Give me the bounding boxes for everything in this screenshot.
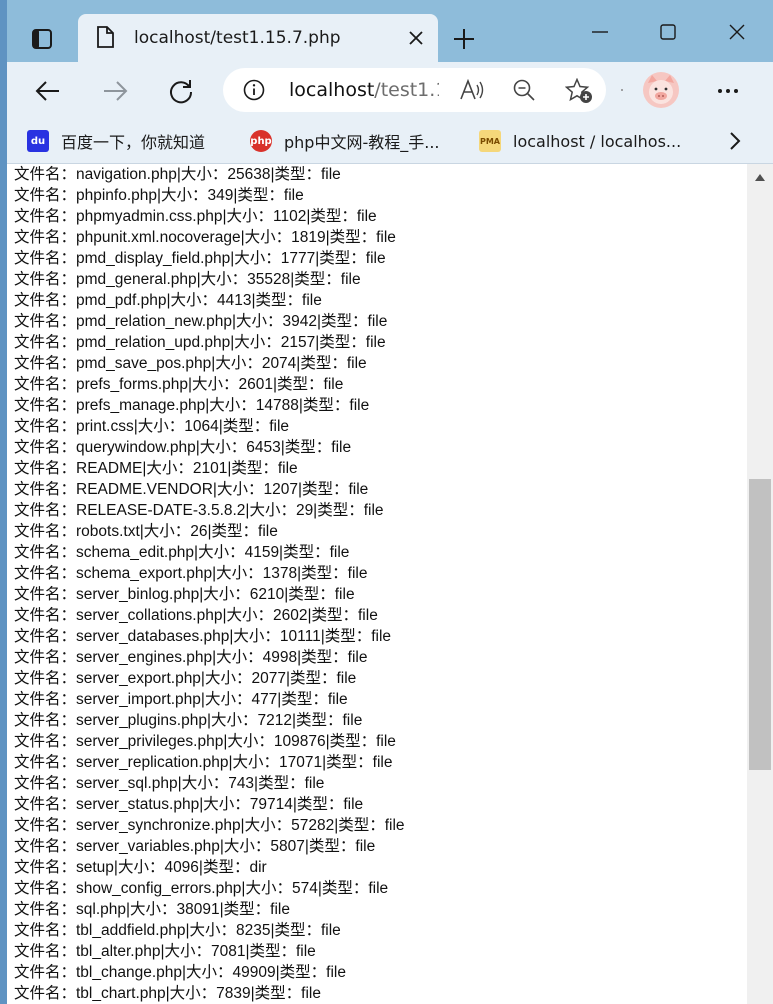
bookmark-label: php中文网-教程_手... <box>284 133 440 152</box>
more-menu-button[interactable] <box>711 76 745 106</box>
file-entry: 文件名：server_collations.php|大小：2602|类型：fil… <box>14 607 378 624</box>
avatar-pig-icon <box>643 72 679 108</box>
file-entry: 文件名：server_variables.php|大小：5807|类型：file <box>14 838 376 855</box>
bookmark-localhost-pma[interactable]: PMA localhost / localhos... <box>479 128 681 154</box>
file-entry: 文件名：prefs_manage.php|大小：14788|类型：file <box>14 397 370 414</box>
file-entry: 文件名：server_status.php|大小：79714|类型：file <box>14 796 364 813</box>
tab-actions-icon <box>32 29 52 49</box>
file-entry: 文件名：pmd_save_pos.php|大小：2074|类型：file <box>14 355 367 372</box>
new-tab-button[interactable] <box>449 24 479 54</box>
file-entry: 文件名：schema_edit.php|大小：4159|类型：file <box>14 544 350 561</box>
bookmark-php-cn[interactable]: php php中文网-教程_手... <box>250 128 440 154</box>
file-entry: 文件名：RELEASE-DATE-3.5.8.2|大小：29|类型：file <box>14 502 384 519</box>
file-entry: 文件名：server_binlog.php|大小：6210|类型：file <box>14 586 355 603</box>
file-entry: 文件名：server_privileges.php|大小：109876|类型：f… <box>14 733 396 750</box>
scrollbar-thumb[interactable] <box>749 479 771 770</box>
tab-bar: localhost/test1.15.7.php <box>7 0 773 62</box>
address-text[interactable]: localhost/test1.15.7.php <box>289 79 439 101</box>
browser-window: localhost/test1.15.7.php localhost/test1… <box>7 0 773 1004</box>
address-bar[interactable]: localhost/test1.15.7.php <box>223 68 606 112</box>
read-aloud-icon <box>460 79 484 100</box>
file-entry: 文件名：server_export.php|大小：2077|类型：file <box>14 670 357 687</box>
bookmark-label: localhost / localhos... <box>513 131 682 151</box>
file-entry: 文件名：pmd_relation_upd.php|大小：2157|类型：file <box>14 334 386 351</box>
refresh-icon <box>170 80 193 104</box>
read-aloud-button[interactable] <box>457 76 487 104</box>
file-entry: 文件名：server_engines.php|大小：4998|类型：file <box>14 649 368 666</box>
chevron-right-icon <box>730 132 741 150</box>
file-entry: 文件名：show_config_errors.php|大小：574|类型：fil… <box>14 880 389 897</box>
zoom-out-icon <box>513 79 535 101</box>
file-entry: 文件名：robots.txt|大小：26|类型：file <box>14 523 278 540</box>
bookmark-label: 百度一下，你就知道 <box>61 133 206 152</box>
file-entry: 文件名：pmd_pdf.php|大小：4413|类型：file <box>14 292 322 309</box>
tab-actions-button[interactable] <box>27 24 57 54</box>
info-icon <box>243 79 265 101</box>
more-favorites-button[interactable] <box>721 127 749 155</box>
file-entry: 文件名：querywindow.php|大小：6453|类型：file <box>14 439 352 456</box>
file-entry: 文件名：prefs_forms.php|大小：2601|类型：file <box>14 376 344 393</box>
file-entry: 文件名：schema_export.php|大小：1378|类型：file <box>14 565 368 582</box>
file-entry: 文件名：tbl_chart.php|大小：7839|类型：file <box>14 985 321 1002</box>
close-icon <box>409 31 423 45</box>
file-entry: 文件名：README|大小：2101|类型：file <box>14 460 298 477</box>
active-tab[interactable]: localhost/test1.15.7.php <box>78 14 438 62</box>
file-entry: 文件名：README.VENDOR|大小：1207|类型：file <box>14 481 369 498</box>
phpmyadmin-icon: PMA <box>479 130 501 152</box>
back-button[interactable] <box>31 74 65 108</box>
plus-icon <box>454 29 474 49</box>
file-entry: 文件名：phpinfo.php|大小：349|类型：file <box>14 187 304 204</box>
php-badge-icon: php <box>250 130 272 152</box>
refresh-button[interactable] <box>164 74 198 108</box>
add-favorite-button[interactable] <box>563 76 595 106</box>
scroll-up-arrow-icon <box>755 174 765 181</box>
file-entry: 文件名：tbl_change.php|大小：49909|类型：file <box>14 964 346 981</box>
vertical-scrollbar[interactable] <box>747 164 773 1004</box>
address-path: /test1.15.7.php <box>374 79 439 101</box>
file-entry: 文件名：phpmyadmin.css.php|大小：1102|类型：file <box>14 208 377 225</box>
file-entry: 文件名：tbl_addfield.php|大小：8235|类型：file <box>14 922 341 939</box>
file-entry: 文件名：server_sql.php|大小：743|类型：file <box>14 775 325 792</box>
file-entry: 文件名：server_databases.php|大小：10111|类型：fil… <box>14 628 392 645</box>
file-entry: 文件名：pmd_relation_new.php|大小：3942|类型：file <box>14 313 388 330</box>
close-window-button[interactable] <box>717 18 757 46</box>
navigation-toolbar: localhost/test1.15.7.php <box>7 62 773 119</box>
favorites-bar: du 百度一下，你就知道 php php中文网-教程_手... PMA loca… <box>7 119 773 164</box>
star-add-icon <box>565 78 592 103</box>
profile-avatar-button[interactable] <box>641 70 681 110</box>
forward-button[interactable] <box>98 74 132 108</box>
bookmark-baidu[interactable]: du 百度一下，你就知道 <box>27 128 205 154</box>
file-entry: 文件名：sql.php|大小：38091|类型：file <box>14 901 290 918</box>
maximize-icon <box>660 24 676 40</box>
maximize-button[interactable] <box>648 18 688 46</box>
arrow-left-icon <box>35 81 59 101</box>
file-entry: 文件名：print.css|大小：1064|类型：file <box>14 418 290 435</box>
file-entry: 文件名：server_import.php|大小：477|类型：file <box>14 691 348 708</box>
file-entry: 文件名：server_synchronize.php|大小：57282|类型：f… <box>14 817 405 834</box>
separator-dot <box>621 89 623 91</box>
file-entry: 文件名：server_plugins.php|大小：7212|类型：file <box>14 712 363 729</box>
file-list: 文件名：navigation.php|大小：25638|类型：file 文件名：p… <box>14 164 405 1004</box>
baidu-paw-icon: du <box>27 130 49 152</box>
file-entry: 文件名：tbl_alter.php|大小：7081|类型：file <box>14 943 316 960</box>
zoom-button[interactable] <box>509 76 539 104</box>
file-entry: 文件名：server_replication.php|大小：17071|类型：f… <box>14 754 393 771</box>
file-entry: 文件名：pmd_display_field.php|大小：1777|类型：fil… <box>14 250 386 267</box>
more-icon <box>718 89 738 93</box>
file-entry: 文件名：navigation.php|大小：25638|类型：file <box>14 166 341 183</box>
minimize-button[interactable] <box>580 18 620 46</box>
file-entry: 文件名：pmd_general.php|大小：35528|类型：file <box>14 271 361 288</box>
minimize-icon <box>592 31 608 33</box>
close-tab-button[interactable] <box>404 26 428 50</box>
address-host: localhost <box>289 79 375 101</box>
close-window-icon <box>729 24 745 40</box>
page-content: 文件名：navigation.php|大小：25638|类型：file 文件名：p… <box>7 164 747 1004</box>
tab-title: localhost/test1.15.7.php <box>134 28 341 48</box>
file-entry: 文件名：phpunit.xml.nocoverage|大小：1819|类型：fi… <box>14 229 396 246</box>
arrow-right-icon <box>104 81 128 101</box>
file-entry: 文件名：setup|大小：4096|类型：dir <box>14 859 267 876</box>
page-icon <box>97 26 114 48</box>
